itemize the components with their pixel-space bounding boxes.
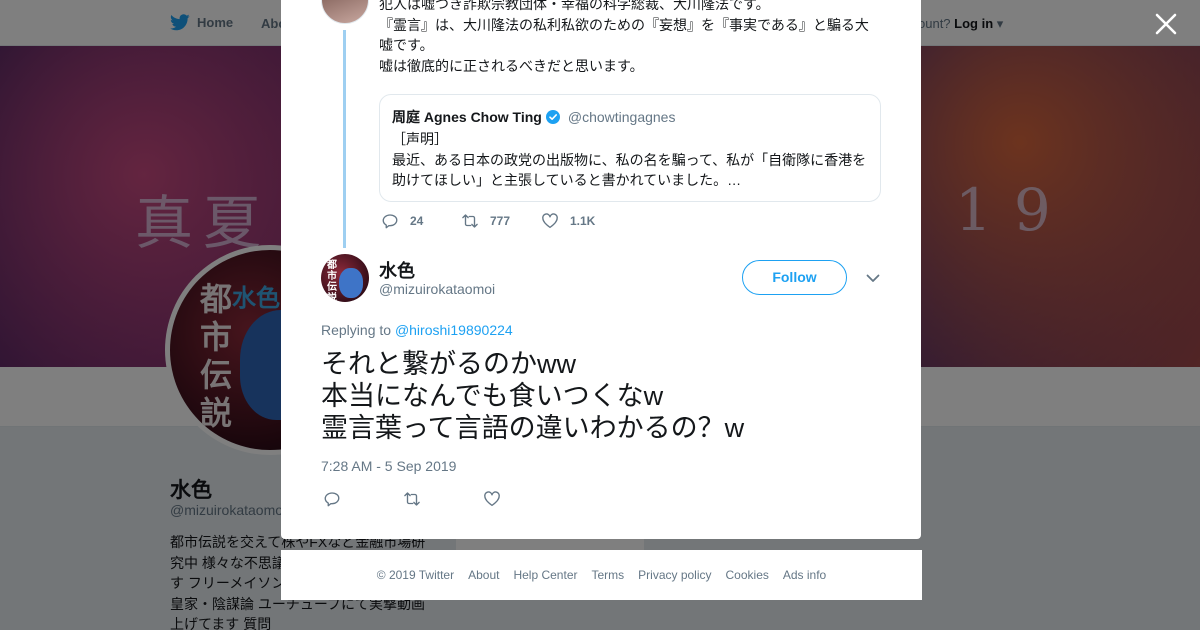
follow-button[interactable]: Follow: [742, 260, 847, 295]
owl-icon: [339, 268, 363, 298]
tweet-author-handle[interactable]: @mizuirokataomoi: [379, 281, 495, 297]
tweet-text-line: 霊言葉って言語の違いわかるの？w: [321, 413, 745, 443]
retweet-icon: [462, 214, 478, 228]
footer-copyright: © 2019 Twitter: [376, 568, 455, 582]
like-button[interactable]: 1.1K: [541, 212, 595, 230]
footer-link-privacy[interactable]: Privacy policy: [638, 568, 711, 582]
tweet-author-name[interactable]: 水色: [379, 257, 415, 283]
footer-link-about[interactable]: About: [468, 568, 499, 582]
footer-link-cookies[interactable]: Cookies: [726, 568, 769, 582]
parent-tweet-actions: 24 777 1.1K: [381, 212, 595, 230]
reply-icon[interactable]: [323, 490, 341, 508]
like-count: 1.1K: [570, 214, 596, 228]
thread-line: [343, 30, 346, 248]
close-icon[interactable]: [1152, 10, 1180, 38]
retweet-icon[interactable]: [403, 490, 421, 508]
parent-tweet-line: 犯人は嘘つき詐欺宗教団体・幸福の科学総裁、大川隆法です。: [379, 0, 770, 12]
parent-tweet-line: 嘘は徹底的に正されるべきだと思います。: [379, 57, 644, 74]
like-icon: [542, 213, 558, 229]
footer-link-help-center[interactable]: Help Center: [513, 568, 577, 582]
tweet-actions: [323, 490, 501, 508]
replying-prefix: Replying to: [321, 322, 392, 338]
quoted-tweet-line: 助けてほしい」と主張していると書かれていました。…: [392, 172, 742, 188]
tweet-text-line: 本当になんでも食いつくなw: [321, 381, 664, 411]
parent-tweet-text: 犯人は嘘つき詐欺宗教団体・幸福の科学総裁、大川隆法です。 『霊言』は、大川隆法の…: [379, 0, 879, 76]
reply-count: 24: [410, 214, 424, 228]
reply-icon: [382, 214, 398, 229]
avatar-kanji: 都市伝説: [327, 260, 337, 302]
footer: © 2019 Twitter About Help Center Terms P…: [281, 550, 922, 600]
like-icon[interactable]: [483, 490, 501, 508]
parent-tweet-line: 『霊言』は、大川隆法の私利私欲のための『妄想』を『事実である』と騙る大: [379, 16, 869, 33]
footer-link-ads-info[interactable]: Ads info: [783, 568, 826, 582]
quoted-tweet-handle: @chowtingagnes: [567, 109, 676, 125]
replying-to-link[interactable]: @hiroshi19890224: [395, 322, 513, 338]
tweet-modal: 犯人は嘘つき詐欺宗教団体・幸福の科学総裁、大川隆法です。 『霊言』は、大川隆法の…: [281, 0, 921, 539]
chevron-down-icon[interactable]: [865, 270, 881, 286]
avatar[interactable]: [321, 0, 369, 24]
tweet-text-line: それと繋がるのかww: [321, 349, 576, 379]
retweet-count: 777: [490, 214, 511, 228]
quoted-tweet-line: ［声明］: [392, 131, 448, 147]
replying-to: Replying to @hiroshi19890224: [321, 322, 513, 338]
tweet-timestamp[interactable]: 7:28 AM - 5 Sep 2019: [321, 458, 456, 474]
quoted-tweet-line: 最近、ある日本の政党の出版物に、私の名を騙って、私が「自衛隊に香港を: [392, 151, 867, 168]
retweet-button[interactable]: 777: [461, 212, 541, 230]
quoted-tweet-body: ［声明］ 最近、ある日本の政党の出版物に、私の名を騙って、私が「自衛隊に香港を …: [392, 129, 868, 191]
quoted-tweet-name: 周庭 Agnes Chow Ting: [392, 109, 542, 125]
verified-badge-icon: [545, 110, 560, 124]
reply-button[interactable]: 24: [381, 212, 461, 230]
footer-link-terms[interactable]: Terms: [591, 568, 624, 582]
parent-tweet-line: 嘘です。: [379, 37, 434, 53]
avatar[interactable]: 都市伝説: [321, 254, 369, 302]
tweet-text: それと繋がるのかww 本当になんでも食いつくなw 霊言葉って言語の違いわかるの？…: [321, 348, 901, 444]
quoted-tweet[interactable]: 周庭 Agnes Chow Ting @chowtingagnes ［声明］ 最…: [379, 94, 881, 202]
